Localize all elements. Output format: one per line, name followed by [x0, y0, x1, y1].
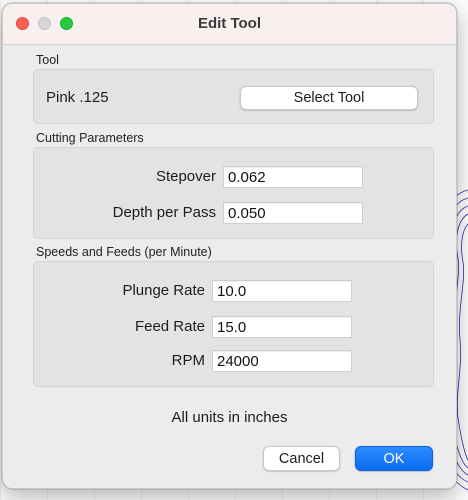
- cancel-button[interactable]: Cancel: [263, 446, 340, 471]
- cutting-parameters-label: Cutting Parameters: [36, 131, 144, 145]
- tool-group: Pink .125 Select Tool: [33, 69, 434, 124]
- select-tool-button[interactable]: Select Tool: [240, 86, 418, 110]
- speeds-feeds-group: Plunge Rate Feed Rate RPM: [33, 261, 434, 387]
- ok-button[interactable]: OK: [355, 446, 433, 471]
- plunge-rate-field[interactable]: [212, 280, 352, 302]
- stepover-label: Stepover: [155, 168, 216, 185]
- tool-section-label: Tool: [36, 53, 59, 67]
- feed-rate-label: Feed Rate: [134, 318, 205, 335]
- feed-rate-field[interactable]: [212, 316, 352, 338]
- depth-per-pass-label: Depth per Pass: [112, 204, 216, 221]
- plunge-rate-label: Plunge Rate: [122, 282, 205, 299]
- tool-name: Pink .125: [46, 89, 109, 106]
- stepover-field[interactable]: [223, 166, 363, 188]
- speeds-feeds-label: Speeds and Feeds (per Minute): [36, 245, 212, 259]
- edit-tool-dialog: Edit Tool Tool Pink .125 Select Tool Cut…: [2, 3, 457, 489]
- cutting-parameters-group: Stepover Depth per Pass: [33, 147, 434, 239]
- dialog-title: Edit Tool: [197, 15, 262, 32]
- title-bar: Edit Tool: [3, 4, 456, 45]
- units-note: All units in inches: [171, 409, 288, 426]
- rpm-label: RPM: [171, 352, 205, 369]
- depth-per-pass-field[interactable]: [223, 202, 363, 224]
- rpm-field[interactable]: [212, 350, 352, 372]
